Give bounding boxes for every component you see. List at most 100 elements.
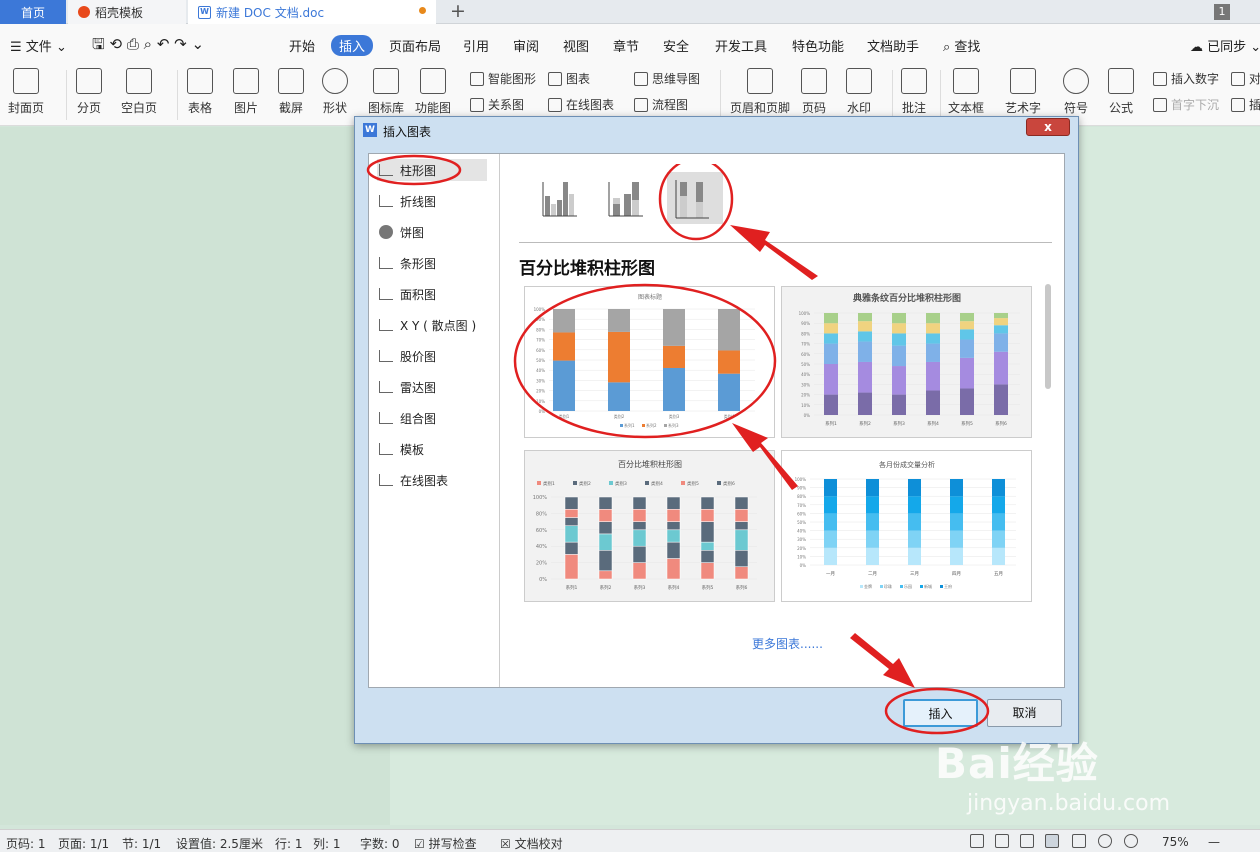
quick-access-icons[interactable]: 🖫 ⟲ ⎙ ⌕ ↶ ↷ ⌄ [92, 34, 204, 59]
more-charts-link[interactable]: 更多图表...... [752, 635, 823, 652]
word-art-button[interactable]: 艺术字 [1005, 68, 1041, 116]
watermark-button[interactable]: 水印 [846, 68, 872, 116]
clustered-column-thumb[interactable] [542, 182, 577, 217]
outline-view-icon[interactable] [1072, 834, 1086, 848]
new-tab-plus-icon[interactable]: + [450, 1, 466, 21]
menu-doc-assistant[interactable]: 文档助手 [867, 36, 919, 55]
zoom-level[interactable]: 75% [1162, 835, 1189, 849]
search-command[interactable]: ⌕ 查找 [943, 36, 980, 55]
menu-view[interactable]: 视图 [563, 36, 589, 55]
screenshot-button[interactable]: 截屏 [278, 68, 304, 116]
cover-page-button[interactable]: 封面页 [8, 68, 44, 116]
tab-daoke-templates[interactable]: 稻壳模板 [68, 0, 186, 24]
menu-developer[interactable]: 开发工具 [715, 36, 767, 55]
template-card-elegant-stripe[interactable]: 典雅条纹百分比堆积柱形图 100% 90% 80% 70% 60% 50% 40% 30% 20… [781, 286, 1032, 438]
symbol-button[interactable]: 符号 [1063, 68, 1089, 116]
stacked-column-thumb[interactable] [608, 182, 643, 217]
menu-review[interactable]: 审阅 [513, 36, 539, 55]
menu-insert[interactable]: 插入 [331, 35, 374, 56]
chart3-bar-segment [598, 533, 613, 551]
menu-chapter[interactable]: 章节 [613, 36, 639, 55]
category-stock[interactable]: 股价图 [377, 345, 487, 367]
category-online-chart[interactable]: 在线图表 [377, 469, 487, 491]
category-pie[interactable]: 饼图 [377, 221, 487, 243]
page-number-button[interactable]: 页码 [801, 68, 827, 116]
status-word-count[interactable]: 字数: 0 [360, 835, 400, 852]
template-card-basic[interactable]: 图表标题 100% 90% 80% 70% 60% 50% 40% 30% 20% 10% 0% 类别… [524, 286, 775, 438]
picture-button[interactable]: 图片 [233, 68, 259, 116]
menu-start[interactable]: 开始 [289, 36, 315, 55]
category-area[interactable]: 面积图 [377, 283, 487, 305]
page-break-button[interactable]: 分页 [76, 68, 102, 116]
zoom-out-button[interactable]: — [1208, 835, 1220, 849]
table-button[interactable]: 表格 [187, 68, 213, 116]
text-box-button[interactable]: 文本框 [948, 68, 984, 116]
fullscreen-icon[interactable] [970, 834, 984, 848]
reading-view-icon[interactable] [995, 834, 1009, 848]
chart2-bar-segment [858, 313, 872, 322]
sync-status[interactable]: ☁ 已同步 ⌄ [1190, 36, 1260, 55]
screenshot-label: 截屏 [278, 101, 303, 115]
tab-home[interactable]: 首页 [0, 0, 66, 24]
chart4-bar-segment [866, 513, 879, 531]
category-bar[interactable]: 条形图 [377, 252, 487, 274]
category-line[interactable]: 折线图 [377, 190, 487, 212]
header-footer-button[interactable]: 页眉和页脚 [730, 68, 790, 116]
object-button[interactable]: 对 [1231, 70, 1260, 87]
pen-icon[interactable] [1020, 834, 1034, 848]
web-view-icon[interactable] [1098, 834, 1112, 848]
file-menu[interactable]: ☰ 文件 ⌄ [10, 36, 67, 55]
online-chart-button[interactable]: 在线图表 [548, 96, 614, 113]
chart-button[interactable]: 图表 [548, 70, 590, 87]
percent-stacked-column-thumb[interactable] [658, 164, 734, 241]
insert-button[interactable]: 插入 [903, 699, 978, 727]
function-chart-label: 功能图 [415, 101, 452, 115]
window-count-badge[interactable]: 1 [1214, 4, 1230, 20]
chart2-bar-segment [892, 313, 906, 324]
status-setting[interactable]: 设置值: 2.5厘米 [176, 835, 263, 852]
spell-check-toggle[interactable]: ☑ 拼写检查 [414, 835, 477, 852]
menu-page-layout[interactable]: 页面布局 [389, 36, 441, 55]
category-template[interactable]: 模板 [377, 438, 487, 460]
gallery-scrollbar[interactable] [1045, 284, 1051, 389]
chart2-x-label: 系列5 [961, 420, 973, 427]
dialog-close-button[interactable]: x [1026, 118, 1070, 136]
chart3-legend-swatch [681, 481, 685, 485]
category-combo[interactable]: 组合图 [377, 407, 487, 429]
cancel-button[interactable]: 取消 [987, 699, 1062, 727]
shapes-button[interactable]: 形状 [322, 68, 348, 116]
blank-page-button[interactable]: 空白页 [121, 68, 157, 116]
menu-features[interactable]: 特色功能 [792, 36, 844, 55]
relation-chart-button[interactable]: 关系图 [470, 96, 524, 113]
mind-map-button[interactable]: 思维导图 [634, 70, 700, 87]
chart2-bar-segment [960, 357, 974, 389]
drop-cap-button[interactable]: 首字下沉 [1153, 96, 1219, 113]
template-card-monthly-volume[interactable]: 各月份成交量分析 100% 90% 80% 70% 60% 50% 40% 30% 20% 10%… [781, 450, 1032, 602]
comment-button[interactable]: 批注 [901, 68, 927, 116]
template-card-teal-salmon[interactable]: 百分比堆积柱形图 类别1 类别2 类别3 类别4 类别5 类别6 100% 80% 60% 40%… [524, 450, 775, 602]
formula-button[interactable]: 公式 [1108, 68, 1134, 116]
category-scatter[interactable]: X Y ( 散点图 ) [377, 314, 487, 336]
tab-document[interactable]: W 新建 DOC 文档.doc [188, 0, 436, 24]
icon-library-button[interactable]: 图标库 [368, 68, 404, 116]
flowchart-icon [634, 97, 648, 112]
smart-art-icon [470, 71, 484, 86]
insert-number-button[interactable]: 插入数字 [1153, 70, 1219, 87]
function-chart-button[interactable]: 功能图 [415, 68, 451, 116]
eye-protection-icon[interactable] [1124, 834, 1138, 848]
proofread-toggle[interactable]: ☒ 文档校对 [500, 835, 563, 852]
menu-security[interactable]: 安全 [663, 36, 689, 55]
watermark-label: 水印 [846, 101, 871, 115]
chart1-y-tick: 10% [536, 399, 545, 404]
category-radar[interactable]: 雷达图 [377, 376, 487, 398]
flowchart-button[interactable]: 流程图 [634, 96, 688, 113]
menu-references[interactable]: 引用 [463, 36, 489, 55]
chart2-x-label: 系列6 [995, 420, 1007, 427]
chart3-bar-segment [734, 550, 749, 567]
smart-art-button[interactable]: 智能图形 [470, 70, 536, 87]
chart4-bar-segment [866, 479, 879, 497]
chart2-y-tick: 20% [801, 393, 810, 398]
ribbon-divider [720, 70, 721, 120]
page-view-icon[interactable] [1045, 834, 1059, 848]
attachment-button[interactable]: 插 [1231, 96, 1260, 113]
